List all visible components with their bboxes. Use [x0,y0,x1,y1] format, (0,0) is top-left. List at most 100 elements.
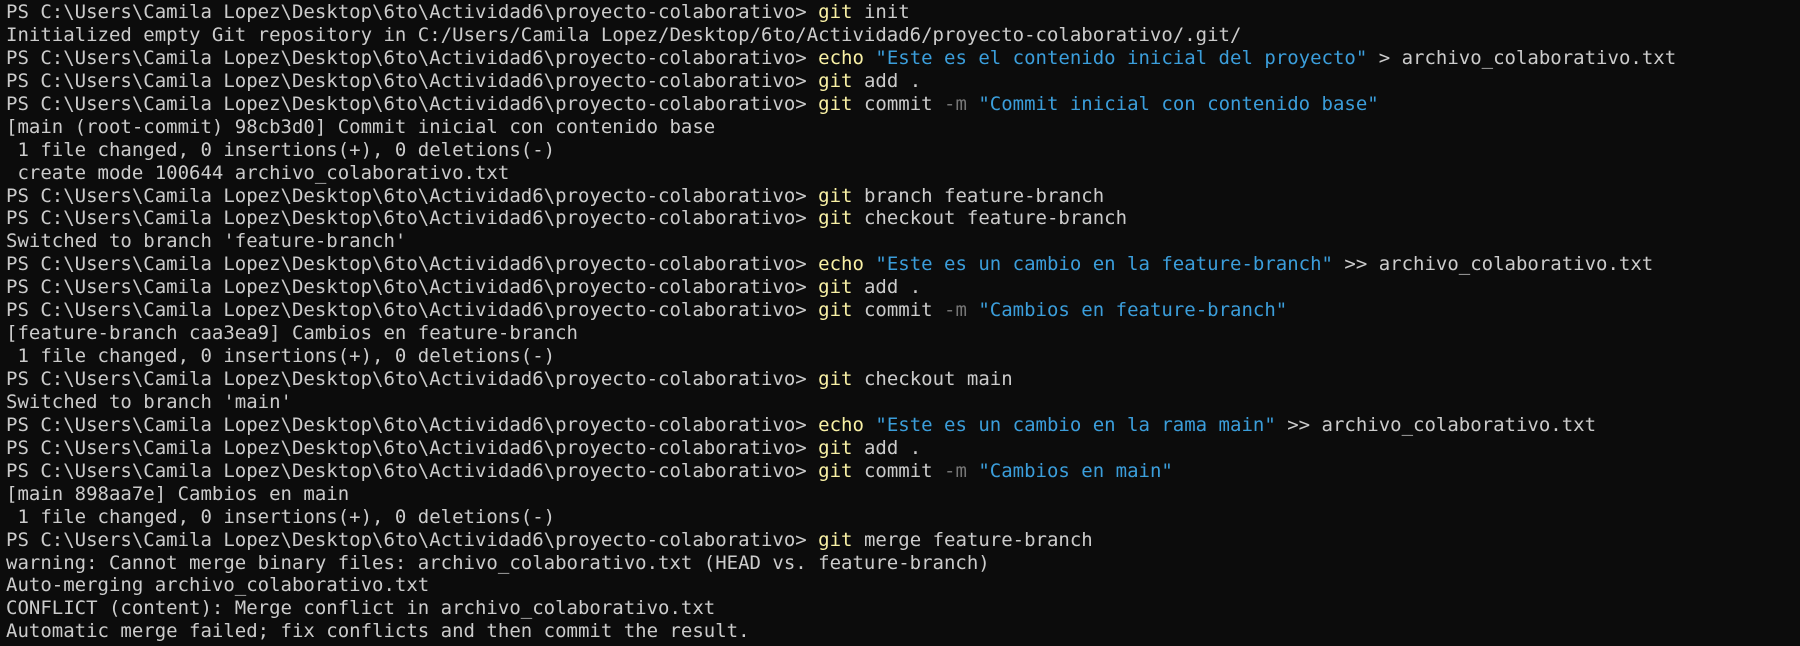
text-segment: 1 file changed, 0 insertions(+), 0 delet… [6,345,556,368]
parameter-flag: -m [944,459,967,482]
text-segment [967,460,978,482]
text-segment: PS C:\Users\Camila Lopez\Desktop\6to\Act… [6,276,819,299]
text-segment: PS C:\Users\Camila Lopez\Desktop\6to\Act… [6,253,819,276]
text-segment: commit [852,459,945,482]
output-line: Automatic merge failed; fix conflicts an… [6,620,1800,643]
command-keyword: git [818,92,853,115]
text-segment: add . [852,276,922,299]
text-segment: [main 898aa7e] Cambios en main [6,482,350,505]
string-literal: "Este es un cambio en la rama main" [875,413,1276,436]
text-segment: PS C:\Users\Camila Lopez\Desktop\6to\Act… [6,413,819,436]
output-line: [main (root-commit) 98cb3d0] Commit inic… [6,116,1800,139]
text-segment: PS C:\Users\Camila Lopez\Desktop\6to\Act… [6,69,819,92]
parameter-flag: -m [944,92,967,115]
string-literal: "Cambios en main" [978,459,1173,482]
prompt-line: PS C:\Users\Camila Lopez\Desktop\6to\Act… [6,93,1800,116]
output-line: Auto-merging archivo_colaborativo.txt [6,574,1800,597]
text-segment: checkout feature-branch [852,207,1128,230]
output-line: Switched to branch 'feature-branch' [6,230,1800,253]
terminal-output[interactable]: PS C:\Users\Camila Lopez\Desktop\6to\Act… [0,0,1800,646]
prompt-line: PS C:\Users\Camila Lopez\Desktop\6to\Act… [6,276,1800,299]
text-segment: Switched to branch 'feature-branch' [6,230,407,253]
command-keyword: git [818,69,853,92]
text-segment: >> archivo_colaborativo.txt [1275,413,1597,436]
command-keyword: echo [818,253,864,276]
text-segment: Switched to branch 'main' [6,390,292,413]
text-segment: checkout main [852,368,1013,390]
command-keyword: git [818,368,853,390]
text-segment: PS C:\Users\Camila Lopez\Desktop\6to\Act… [6,92,819,115]
text-segment: branch feature-branch [852,184,1105,207]
text-segment: warning: Cannot merge binary files: arch… [6,551,990,574]
string-literal: "Commit inicial con contenido base" [978,92,1379,115]
string-literal: "Este es el contenido inicial del proyec… [875,46,1368,69]
command-keyword: git [818,184,853,207]
parameter-flag: -m [944,299,967,322]
prompt-line: PS C:\Users\Camila Lopez\Desktop\6to\Act… [6,414,1800,437]
text-segment: commit [852,299,945,322]
string-literal: "Este es un cambio en la feature-branch" [875,253,1333,276]
text-segment: 1 file changed, 0 insertions(+), 0 delet… [6,138,556,161]
text-segment: PS C:\Users\Camila Lopez\Desktop\6to\Act… [6,528,819,551]
prompt-line: PS C:\Users\Camila Lopez\Desktop\6to\Act… [6,437,1800,460]
output-line: 1 file changed, 0 insertions(+), 0 delet… [6,139,1800,162]
text-segment: PS C:\Users\Camila Lopez\Desktop\6to\Act… [6,207,819,230]
prompt-line: PS C:\Users\Camila Lopez\Desktop\6to\Act… [6,460,1800,483]
command-keyword: git [818,459,853,482]
prompt-line: PS C:\Users\Camila Lopez\Desktop\6to\Act… [6,299,1800,322]
command-keyword: git [818,207,853,230]
text-segment: PS C:\Users\Camila Lopez\Desktop\6to\Act… [6,46,819,69]
text-segment: PS C:\Users\Camila Lopez\Desktop\6to\Act… [6,184,819,207]
command-keyword: git [818,436,853,459]
text-segment: init [852,1,910,23]
text-segment: Initialized empty Git repository in C:/U… [6,23,1242,46]
output-line: create mode 100644 archivo_colaborativo.… [6,162,1800,185]
text-segment: add . [852,436,922,459]
output-line: Switched to branch 'main' [6,391,1800,414]
prompt-line: PS C:\Users\Camila Lopez\Desktop\6to\Act… [6,185,1800,208]
command-keyword: git [818,276,853,299]
output-line: 1 file changed, 0 insertions(+), 0 delet… [6,506,1800,529]
command-keyword: git [818,1,853,23]
output-line: Initialized empty Git repository in C:/U… [6,24,1800,47]
command-keyword: git [818,528,853,551]
output-line: 1 file changed, 0 insertions(+), 0 delet… [6,345,1800,368]
command-keyword: git [818,299,853,322]
text-segment [967,93,978,115]
text-segment [864,47,875,69]
text-segment: add . [852,69,922,92]
text-segment: [feature-branch caa3ea9] Cambios en feat… [6,322,578,345]
text-segment: >> archivo_colaborativo.txt [1332,253,1654,276]
text-segment: PS C:\Users\Camila Lopez\Desktop\6to\Act… [6,1,819,23]
text-segment: PS C:\Users\Camila Lopez\Desktop\6to\Act… [6,459,819,482]
output-line: [feature-branch caa3ea9] Cambios en feat… [6,322,1800,345]
prompt-line: PS C:\Users\Camila Lopez\Desktop\6to\Act… [6,253,1800,276]
prompt-line: PS C:\Users\Camila Lopez\Desktop\6to\Act… [6,47,1800,70]
output-line: warning: Cannot merge binary files: arch… [6,552,1800,575]
text-segment: create mode 100644 archivo_colaborativo.… [6,161,510,184]
text-segment [864,414,875,436]
text-segment: Automatic merge failed; fix conflicts an… [6,620,750,643]
text-segment: commit [852,92,945,115]
output-line: CONFLICT (content): Merge conflict in ar… [6,597,1800,620]
string-literal: "Cambios en feature-branch" [978,299,1288,322]
text-segment: [main (root-commit) 98cb3d0] Commit inic… [6,115,716,138]
prompt-line: PS C:\Users\Camila Lopez\Desktop\6to\Act… [6,368,1800,391]
text-segment: PS C:\Users\Camila Lopez\Desktop\6to\Act… [6,299,819,322]
prompt-line: PS C:\Users\Camila Lopez\Desktop\6to\Act… [6,70,1800,93]
prompt-line: PS C:\Users\Camila Lopez\Desktop\6to\Act… [6,1,1800,24]
text-segment: 1 file changed, 0 insertions(+), 0 delet… [6,505,556,528]
prompt-line: PS C:\Users\Camila Lopez\Desktop\6to\Act… [6,529,1800,552]
text-segment: > archivo_colaborativo.txt [1367,46,1677,69]
command-keyword: echo [818,46,864,69]
text-segment: PS C:\Users\Camila Lopez\Desktop\6to\Act… [6,436,819,459]
text-segment [967,299,978,321]
output-line: [main 898aa7e] Cambios en main [6,483,1800,506]
text-segment [864,253,875,275]
text-segment: CONFLICT (content): Merge conflict in ar… [6,597,716,620]
command-keyword: echo [818,413,864,436]
prompt-line: PS C:\Users\Camila Lopez\Desktop\6to\Act… [6,207,1800,230]
text-segment: merge feature-branch [852,528,1093,551]
text-segment: PS C:\Users\Camila Lopez\Desktop\6to\Act… [6,368,819,390]
text-segment: Auto-merging archivo_colaborativo.txt [6,574,430,597]
